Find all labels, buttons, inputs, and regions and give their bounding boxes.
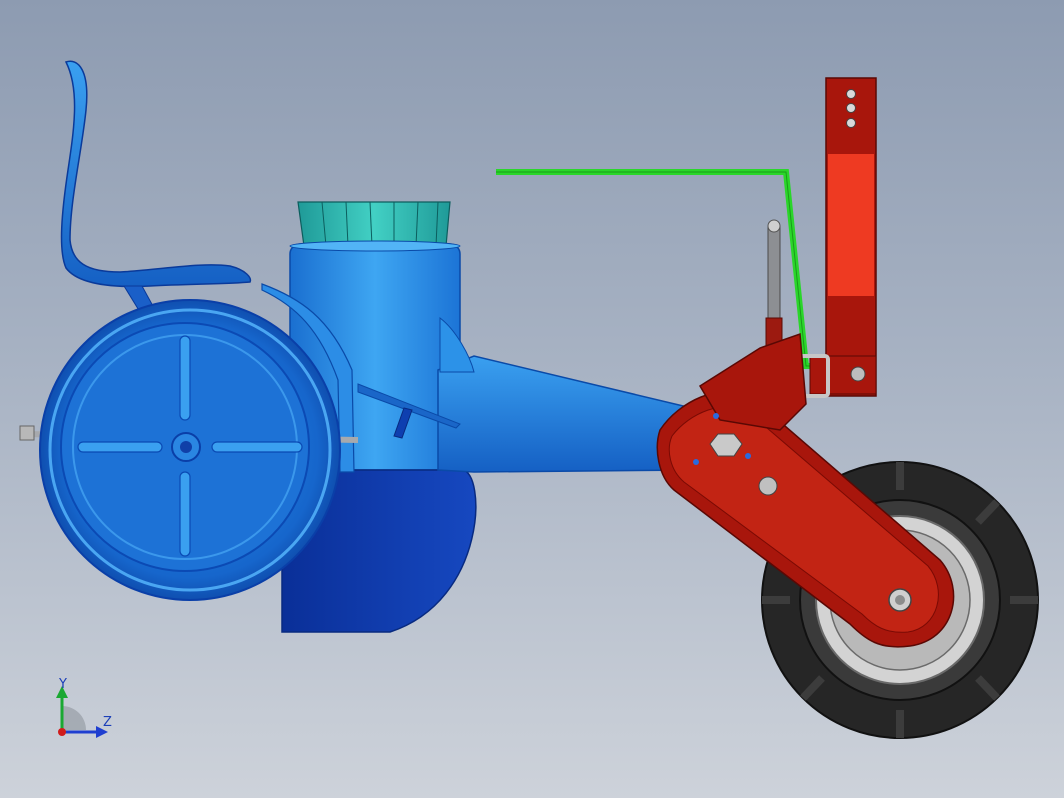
orientation-triad: Y Z (56, 677, 112, 738)
seat-icon (60, 60, 252, 313)
hitch-bracket-icon (794, 77, 877, 398)
z-axis-label: Z (103, 715, 112, 730)
model-canvas[interactable] (0, 0, 1064, 798)
cad-viewport[interactable]: Y Z (0, 0, 1064, 798)
shock-rod (765, 219, 783, 359)
y-axis-label: Y (58, 677, 67, 692)
triad-plane-icon (62, 706, 86, 730)
linkage-rod-icon (496, 169, 812, 369)
x-axis-icon (58, 728, 66, 736)
